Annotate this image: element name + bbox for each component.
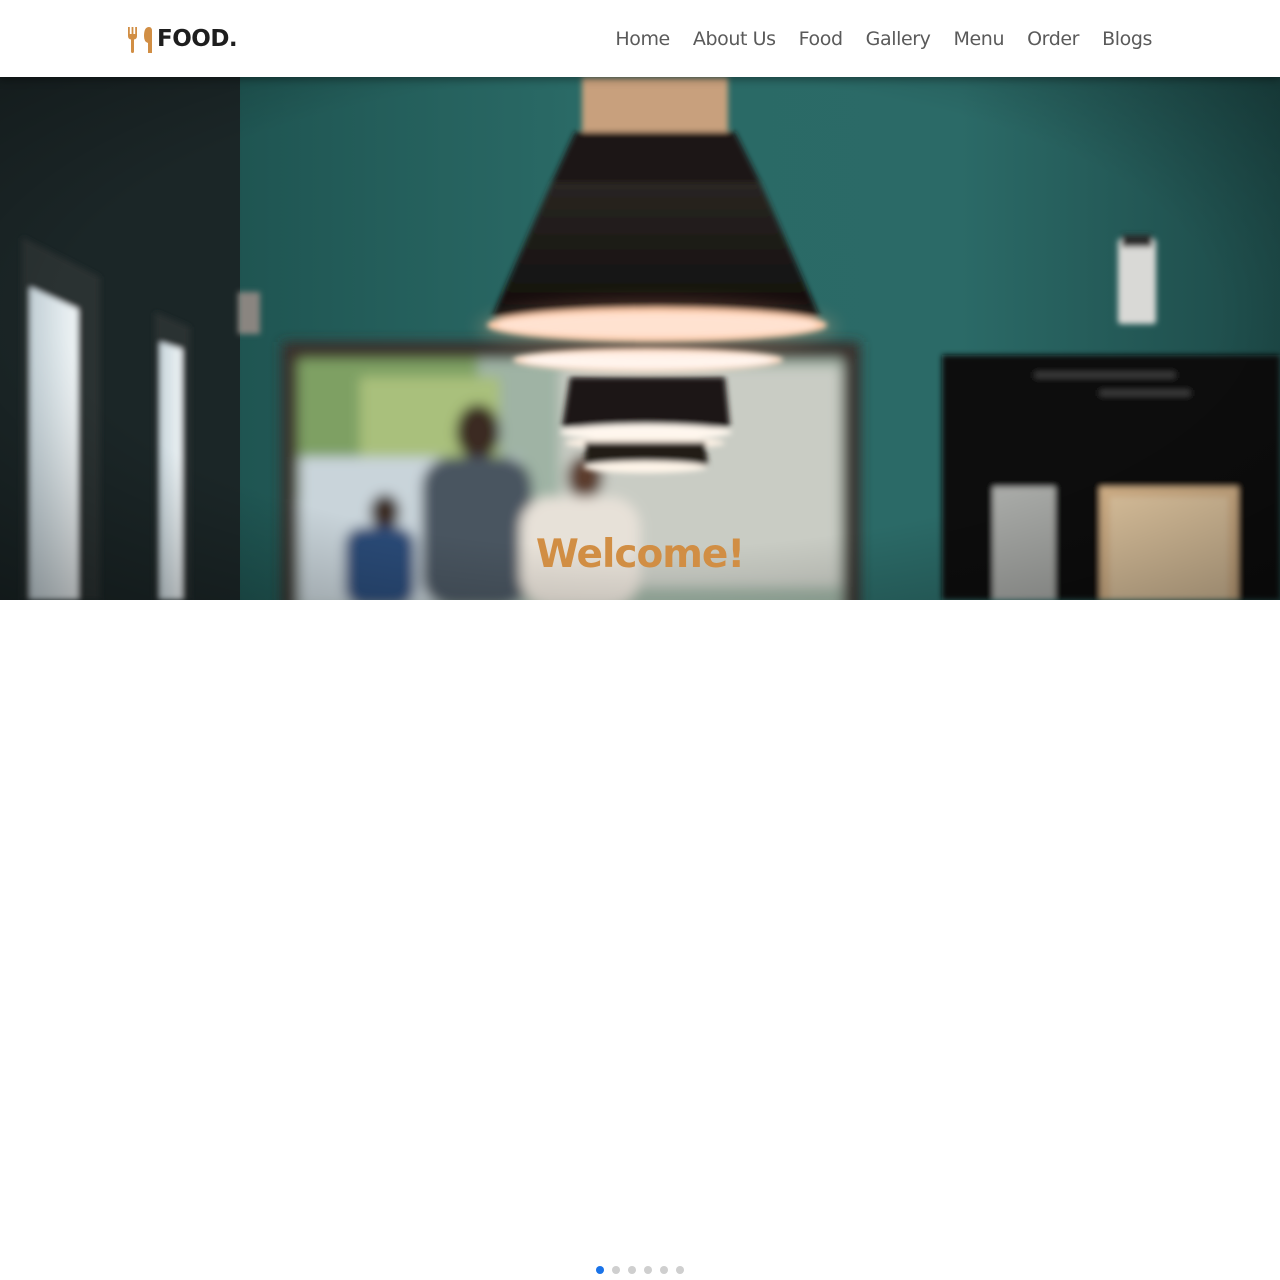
nav-item-order[interactable]: Order bbox=[1004, 26, 1079, 52]
slider-dot-5[interactable] bbox=[660, 1266, 668, 1274]
slider-dot-3[interactable] bbox=[628, 1266, 636, 1274]
slider-dot-1[interactable] bbox=[596, 1266, 604, 1274]
nav-item-gallery[interactable]: Gallery bbox=[843, 26, 931, 52]
nav-item-blogs[interactable]: Blogs bbox=[1079, 26, 1152, 52]
fork-knife-icon bbox=[128, 27, 152, 53]
nav-item-food[interactable]: Food bbox=[776, 26, 843, 52]
main-nav: Home About Us Food Gallery Menu Order Bl… bbox=[592, 26, 1152, 52]
hero-background-image bbox=[0, 77, 1280, 600]
nav-item-menu[interactable]: Menu bbox=[931, 26, 1005, 52]
slider-dot-2[interactable] bbox=[612, 1266, 620, 1274]
brand-name: FOOD. bbox=[157, 26, 238, 52]
slider-dot-6[interactable] bbox=[676, 1266, 684, 1274]
site-header: FOOD. Home About Us Food Gallery Menu Or… bbox=[0, 0, 1280, 77]
nav-item-about-us[interactable]: About Us bbox=[670, 26, 776, 52]
slider-dot-4[interactable] bbox=[644, 1266, 652, 1274]
brand-logo[interactable]: FOOD. bbox=[127, 24, 238, 54]
nav-item-home[interactable]: Home bbox=[592, 26, 670, 52]
hero-heading: Welcome! bbox=[535, 532, 745, 577]
slider-pagination bbox=[0, 1266, 1280, 1274]
hero-banner: Welcome! bbox=[0, 77, 1280, 600]
